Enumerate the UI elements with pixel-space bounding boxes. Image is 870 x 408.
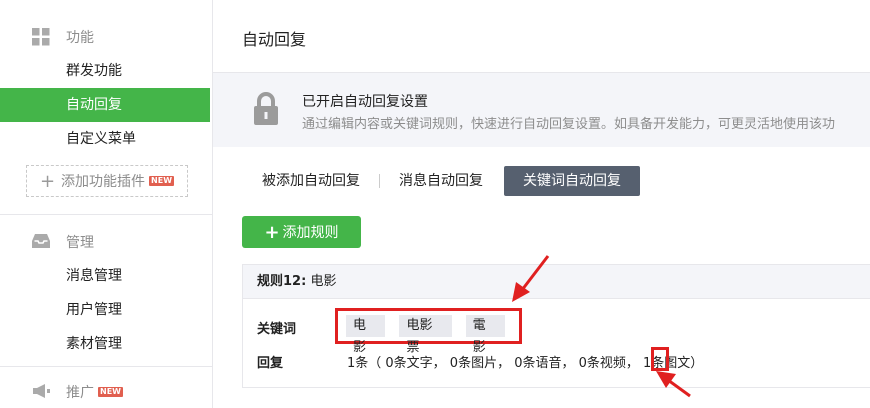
- annotation-arrow-count: [656, 371, 691, 398]
